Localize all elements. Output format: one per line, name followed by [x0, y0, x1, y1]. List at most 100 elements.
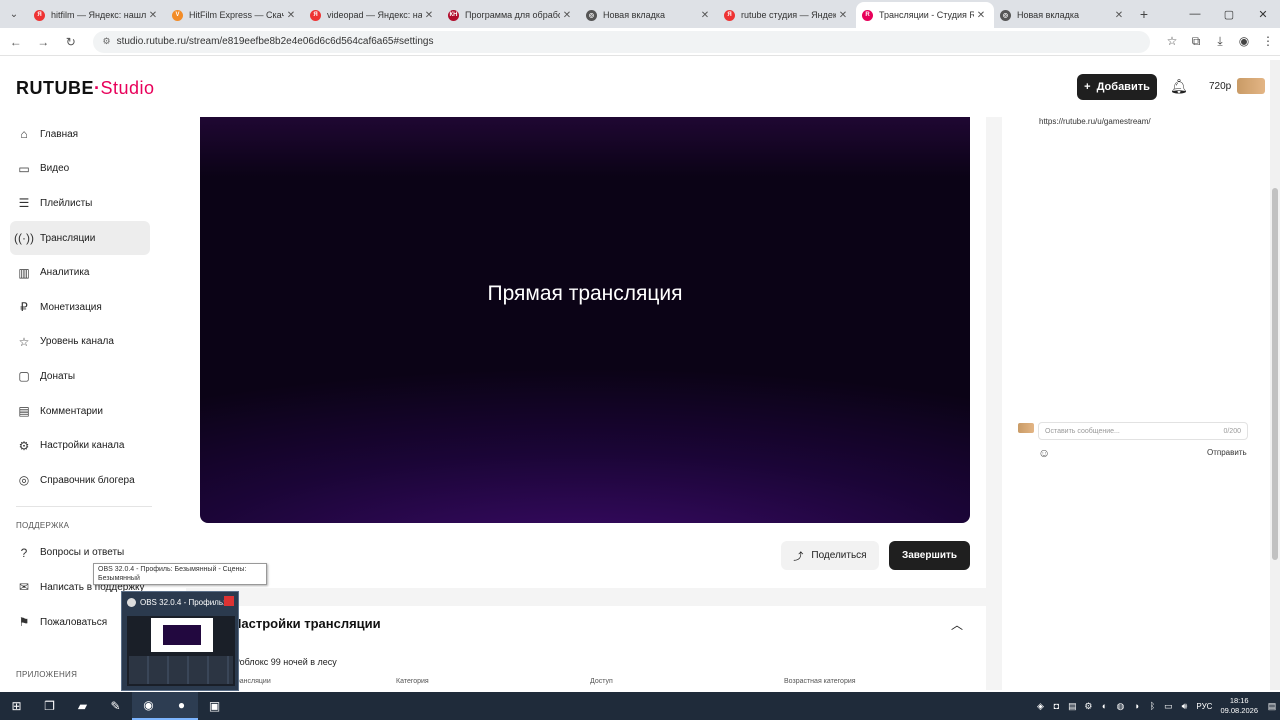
url-text: studio.rutube.ru/stream/e819eefbe8b2e4e0… [116, 36, 434, 47]
tray-icon-7[interactable]: ◑ [1128, 701, 1144, 711]
tab-title: Программа для обработки [465, 10, 560, 20]
tray-icon-6[interactable]: ◍ [1112, 701, 1128, 712]
forward-icon[interactable]: → [32, 35, 56, 49]
clock[interactable]: 18:16 09.08.2026 [1220, 696, 1258, 716]
new-tab-button[interactable]: + [1132, 6, 1156, 22]
obs-window-preview[interactable]: OBS 32.0.4 - Профиль: ... [121, 591, 239, 691]
chrome-icon[interactable]: ◉ [132, 692, 165, 720]
share-icon: ⤴ [793, 552, 804, 563]
tab-close-icon[interactable]: ✕ [698, 10, 712, 21]
tab-close-icon[interactable]: ✕ [974, 10, 988, 21]
bell-icon[interactable]: 🔔︎ [1170, 78, 1188, 95]
maximize-icon[interactable]: ▢ [1212, 8, 1246, 21]
bluetooth-icon[interactable]: ᛒ [1144, 701, 1160, 711]
avatar[interactable] [1237, 78, 1265, 94]
tray-icon-4[interactable]: ⚙ [1080, 701, 1096, 712]
sidebar-item[interactable]: ▭ Видео [10, 152, 150, 187]
browser-tab[interactable]: ◎ Новая вкладка ✕ [994, 2, 1132, 28]
file-explorer-icon[interactable]: ▰ [66, 692, 99, 720]
browser-tab[interactable]: ◎ Новая вкладка ✕ [580, 2, 718, 28]
tab-close-icon[interactable]: ✕ [146, 10, 160, 21]
sidebar-item-label: Настройки канала [40, 440, 125, 452]
obs-preview-header: OBS 32.0.4 - Профиль: ... [122, 592, 238, 612]
network-icon[interactable]: ▭ [1160, 701, 1176, 712]
sidebar-item[interactable]: ☆ Уровень канала [10, 325, 150, 360]
tab-close-icon[interactable]: ✕ [422, 10, 436, 21]
sidebar-item-icon: ▢ [18, 369, 30, 384]
field-label-access: Доступ [590, 678, 613, 685]
add-button[interactable]: + Добавить [1077, 74, 1157, 100]
browser-tab[interactable]: Яhitfilm — Яндекс: нашлось✕ [28, 2, 166, 28]
tab-close-icon[interactable]: ✕ [836, 10, 850, 21]
download-icon[interactable]: ⤓ [1208, 34, 1232, 49]
chat-message-input[interactable]: Оставить сообщение... 0/200 [1038, 422, 1248, 440]
tab-favicon-icon: ◎ [586, 9, 597, 21]
sidebar-item[interactable]: ☰ Плейлисты [10, 186, 150, 221]
chevron-up-icon[interactable]: ︿ [951, 616, 963, 633]
profile-icon[interactable]: ◉ [1232, 34, 1256, 49]
finish-stream-button[interactable]: Завершить [889, 541, 970, 570]
menu-icon[interactable]: ⋮ [1256, 34, 1280, 49]
reload-icon[interactable]: ↻ [59, 35, 83, 49]
tray-icon-1[interactable]: ◈ [1032, 701, 1048, 712]
rutube-studio-logo[interactable]: RUTUBE·Studio [16, 78, 155, 99]
minimize-icon[interactable]: — [1178, 8, 1212, 20]
live-stream-player[interactable]: Прямая трансляция [200, 117, 970, 523]
volume-icon[interactable]: 🔊︎ [1176, 701, 1192, 712]
close-window-icon[interactable]: ✕ [1246, 8, 1280, 21]
share-button[interactable]: ⤴ Поделиться [781, 541, 879, 570]
sidebar-item[interactable]: ((·)) Трансляции [10, 220, 150, 256]
obs-taskbar-icon[interactable]: ● [165, 692, 198, 720]
tab-title: rutube студия — Яндекс: на [741, 10, 836, 20]
quality-indicator[interactable]: 720p [1209, 81, 1231, 92]
back-icon[interactable]: ← [4, 35, 28, 49]
page-scrollbar[interactable] [1270, 60, 1280, 690]
notifications-icon[interactable]: ▤ [1264, 701, 1280, 712]
sidebar-item[interactable]: ₽ Монетизация [10, 290, 150, 325]
start-icon[interactable]: ⊞ [0, 692, 33, 720]
sidebar-item-label: Пожаловаться [40, 616, 108, 628]
sidebar-item[interactable]: ▢ Донаты [10, 359, 150, 394]
browser-tab[interactable]: R Трансляции - Студия RUTUBE✕ [856, 2, 994, 28]
site-info-icon[interactable]: ⚙ [103, 36, 111, 47]
sidebar-item-icon: ◎ [18, 473, 30, 488]
tray-icon-2[interactable]: ◘ [1048, 701, 1064, 711]
chat-channel-link[interactable]: https://rutube.ru/u/gamestream/ [1039, 117, 1151, 126]
sidebar-item[interactable]: ⚙ Настройки канала [10, 428, 150, 463]
extensions-icon[interactable]: ⧉ [1184, 34, 1208, 49]
sidebar-item[interactable]: ▥ Аналитика [10, 255, 150, 290]
bookmark-star-icon[interactable]: ☆ [1160, 34, 1184, 49]
scrollbar-thumb[interactable] [1272, 188, 1278, 560]
language-indicator[interactable]: РУС [1196, 702, 1212, 711]
app-icon[interactable]: ✎ [99, 692, 132, 720]
plus-icon: + [1084, 81, 1091, 93]
sidebar-item[interactable]: ◎ Справочник блогера [10, 463, 150, 498]
sidebar-item-icon: ((·)) [14, 231, 34, 246]
tray-icon-5[interactable]: ◐ [1096, 701, 1112, 711]
emoji-icon[interactable]: ☺ [1038, 446, 1050, 460]
sidebar-item-label: Уровень канала [40, 336, 114, 348]
browser-tab[interactable]: V HitFilm Express — Скачать✕ [166, 2, 304, 28]
tab-favicon-icon: ◎ [1000, 9, 1011, 21]
tab-list-icon[interactable]: ⌄ [0, 0, 28, 28]
sidebar-item[interactable]: ⌂ Главная [10, 117, 150, 152]
obs-preview-close-icon[interactable] [224, 596, 234, 606]
messenger-icon[interactable]: ▣ [198, 692, 231, 720]
tray-icon-3[interactable]: ▤ [1064, 701, 1080, 712]
sidebar-item-label: Главная [40, 128, 79, 140]
browser-tab[interactable]: КН Программа для обработки✕ [442, 2, 580, 28]
send-button[interactable]: Отправить [1207, 448, 1247, 457]
tab-close-icon[interactable]: ✕ [1112, 10, 1126, 21]
tab-favicon-icon: Я [34, 9, 45, 21]
sidebar-item[interactable]: ▤ Комментарии [10, 394, 150, 429]
sidebar-item-icon: ▥ [18, 265, 30, 280]
sidebar-item-icon: ▭ [18, 161, 30, 176]
tab-close-icon[interactable]: ✕ [284, 10, 298, 21]
address-bar: ← → ↻ ⚙ studio.rutube.ru/stream/e819eefb… [0, 28, 1280, 56]
browser-tab[interactable]: Яrutube студия — Яндекс: на✕ [718, 2, 856, 28]
browser-tab[interactable]: Яvideopad — Яндекс: нашлось✕ [304, 2, 442, 28]
chat-char-counter: 0/200 [1223, 427, 1241, 435]
url-field[interactable]: ⚙ studio.rutube.ru/stream/e819eefbe8b2e4… [92, 30, 1151, 53]
task-view-icon[interactable]: ❐ [33, 692, 66, 720]
tab-close-icon[interactable]: ✕ [560, 10, 574, 21]
